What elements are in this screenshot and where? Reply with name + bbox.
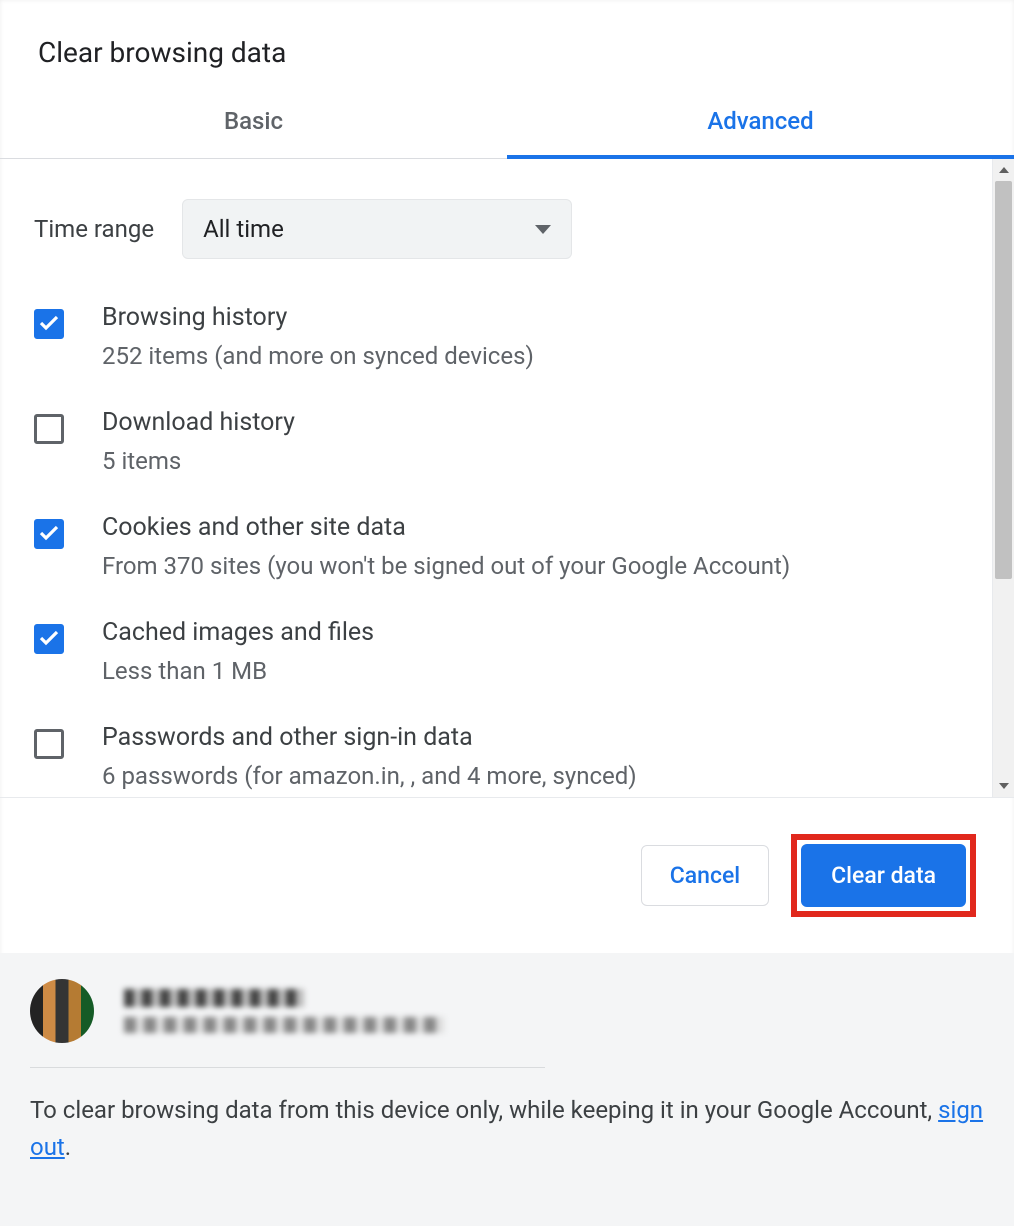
- item-text: Cookies and other site data From 370 sit…: [102, 513, 790, 580]
- scroll-down-icon[interactable]: [993, 775, 1014, 797]
- item-text: Cached images and files Less than 1 MB: [102, 618, 374, 685]
- item-text: Passwords and other sign-in data 6 passw…: [102, 723, 637, 790]
- action-bar: Cancel Clear data: [0, 797, 1014, 953]
- scrollbar[interactable]: [992, 159, 1014, 797]
- item-text: Browsing history 252 items (and more on …: [102, 303, 534, 370]
- item-subtitle: 252 items (and more on synced devices): [102, 342, 534, 370]
- clear-data-button[interactable]: Clear data: [801, 844, 966, 907]
- tabs: Basic Advanced: [0, 89, 1014, 159]
- item-title: Download history: [102, 408, 295, 437]
- item-text: Download history 5 items: [102, 408, 295, 475]
- time-range-row: Time range All time: [34, 199, 958, 259]
- time-range-select[interactable]: All time: [182, 199, 572, 259]
- checkbox-passwords[interactable]: [34, 729, 64, 759]
- footer-note: To clear browsing data from this device …: [30, 1092, 984, 1166]
- item-subtitle: 5 items: [102, 447, 295, 475]
- list-item: Browsing history 252 items (and more on …: [34, 303, 958, 370]
- account-text-redacted: [124, 989, 444, 1033]
- tab-advanced[interactable]: Advanced: [507, 89, 1014, 159]
- account-row: [30, 979, 545, 1068]
- item-title: Browsing history: [102, 303, 534, 332]
- list-item: Cached images and files Less than 1 MB: [34, 618, 958, 685]
- chevron-down-icon: [535, 225, 551, 234]
- list-item: Cookies and other site data From 370 sit…: [34, 513, 958, 580]
- footer-note-pre: To clear browsing data from this device …: [30, 1096, 938, 1124]
- time-range-label: Time range: [34, 215, 154, 243]
- time-range-value: All time: [203, 215, 284, 243]
- checkbox-browsing-history[interactable]: [34, 309, 64, 339]
- checkbox-download-history[interactable]: [34, 414, 64, 444]
- clear-browsing-data-dialog: Clear browsing data Basic Advanced Time …: [0, 0, 1014, 1226]
- tab-basic[interactable]: Basic: [0, 89, 507, 158]
- content-area: Time range All time Browsing history 252…: [0, 159, 992, 797]
- scroll-thumb[interactable]: [995, 181, 1012, 579]
- dialog-title: Clear browsing data: [0, 0, 1014, 89]
- scroll-track[interactable]: [993, 181, 1014, 775]
- cancel-button[interactable]: Cancel: [641, 845, 769, 906]
- item-title: Cookies and other site data: [102, 513, 790, 542]
- dialog-body: Time range All time Browsing history 252…: [0, 159, 1014, 797]
- footer: To clear browsing data from this device …: [0, 953, 1014, 1226]
- item-title: Passwords and other sign-in data: [102, 723, 637, 752]
- avatar: [30, 979, 94, 1043]
- item-subtitle: Less than 1 MB: [102, 657, 374, 685]
- checkbox-cookies[interactable]: [34, 519, 64, 549]
- clear-data-highlight: Clear data: [791, 834, 976, 917]
- list-item: Passwords and other sign-in data 6 passw…: [34, 723, 958, 790]
- item-subtitle: From 370 sites (you won't be signed out …: [102, 552, 790, 580]
- list-item: Download history 5 items: [34, 408, 958, 475]
- checkbox-cached-images[interactable]: [34, 624, 64, 654]
- item-subtitle: 6 passwords (for amazon.in, , and 4 more…: [102, 762, 637, 790]
- item-title: Cached images and files: [102, 618, 374, 647]
- footer-note-post: .: [65, 1133, 71, 1161]
- scroll-up-icon[interactable]: [993, 159, 1014, 181]
